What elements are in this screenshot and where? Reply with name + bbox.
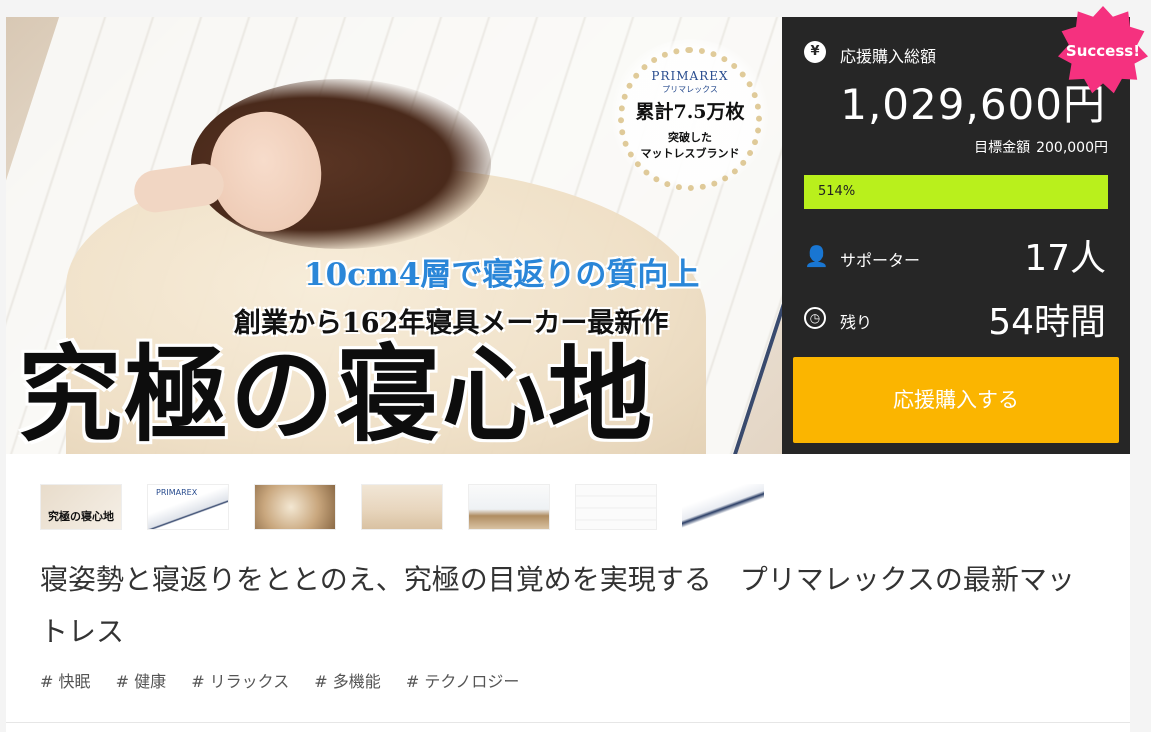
hero-copy-headline: 究極の寝心地 — [18, 333, 655, 454]
tag-link[interactable]: # 多機能 — [314, 668, 381, 692]
thumbnail-2-label: PRIMAREX — [156, 488, 198, 497]
badge-brand-sub: プリマレックス — [662, 85, 718, 94]
remaining-label: 残り — [840, 313, 873, 332]
supporters-value: 17人 — [1024, 238, 1106, 279]
project-title: 寝姿勢と寝返りをととのえ、究極の目覚めを実現する プリマレックスの最新マットレス — [40, 563, 1075, 648]
tag-link[interactable]: # テクノロジー — [406, 668, 520, 692]
hero-image[interactable]: PRIMAREX プリマレックス 累計7.5万枚 突破した マットレスブランド … — [6, 17, 782, 454]
hero-copy-blue: 10cm4層で寝返りの質向上 — [304, 257, 700, 293]
tag-link[interactable]: # 健康 — [116, 668, 167, 692]
divider — [6, 722, 1130, 723]
yen-icon: ¥ — [804, 41, 826, 63]
progress-label: 514% — [818, 184, 856, 199]
goal-amount: 目標金額 200,000円 — [968, 137, 1108, 157]
clock-icon: ◷ — [804, 307, 826, 329]
goal-label: 目標金額 — [974, 140, 1031, 156]
badge-brand: PRIMAREX — [651, 69, 729, 83]
project-details: 究極の寝心地 PRIMAREX 寝姿勢と寝返りをととのえ、究極の目覚めを実現する… — [6, 454, 1130, 732]
badge-line-2: マットレスブランド — [640, 147, 740, 160]
badge-line-1: 突破した — [668, 131, 712, 144]
total-amount: 1,029,600円 — [840, 80, 1106, 129]
thumbnail-6[interactable] — [575, 484, 657, 530]
funding-panel: ¥ 応援購入総額 1,029,600円 目標金額 200,000円 514% 👤 … — [782, 17, 1130, 454]
thumbnail-3[interactable] — [254, 484, 336, 530]
remaining-value: 54時間 — [988, 302, 1106, 343]
thumbnail-7[interactable] — [682, 484, 764, 530]
thumbnail-4[interactable] — [361, 484, 443, 530]
badge-count: 累計7.5万枚 — [635, 101, 745, 123]
tag-link[interactable]: # リラックス — [191, 668, 289, 692]
tag-list: # 快眠 # 健康 # リラックス # 多機能 # テクノロジー — [40, 668, 539, 692]
user-icon: 👤 — [804, 244, 829, 268]
thumbnail-5[interactable] — [468, 484, 550, 530]
award-badge: PRIMAREX プリマレックス 累計7.5万枚 突破した マットレスブランド — [610, 39, 770, 191]
supporters-label: サポーター — [840, 251, 921, 270]
thumbnail-1[interactable]: 究極の寝心地 — [40, 484, 122, 530]
project-page: PRIMAREX プリマレックス 累計7.5万枚 突破した マットレスブランド … — [0, 0, 1151, 732]
progress-bar: 514% — [804, 175, 1108, 209]
tag-link[interactable]: # 快眠 — [40, 668, 91, 692]
support-purchase-button[interactable]: 応援購入する — [793, 357, 1119, 443]
thumbnail-1-label: 究極の寝心地 — [48, 510, 114, 523]
thumbnail-2[interactable]: PRIMAREX — [147, 484, 229, 530]
total-label: 応援購入総額 — [840, 47, 937, 66]
goal-value: 200,000円 — [1036, 140, 1108, 156]
